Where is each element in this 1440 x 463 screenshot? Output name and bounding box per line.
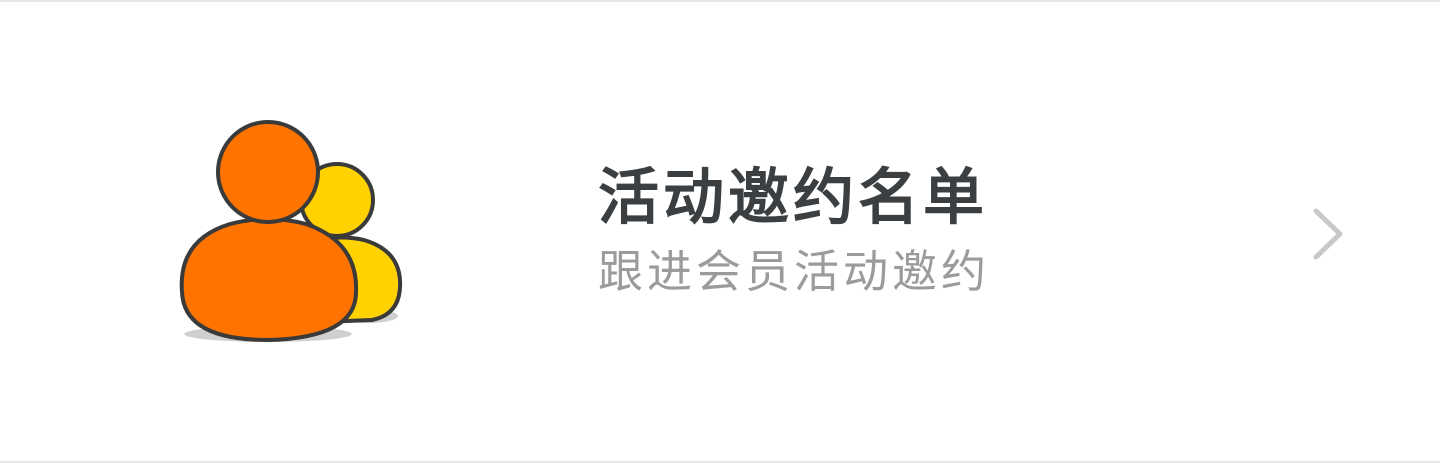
activity-invite-list-item[interactable]: 活动邀约名单 跟进会员活动邀约 [0,0,1440,463]
menu-item-subtitle: 跟进会员活动邀约 [598,245,991,298]
menu-item-text: 活动邀约名单 跟进会员活动邀约 [598,160,990,302]
menu-item-title: 活动邀约名单 [598,162,989,233]
chevron-right-icon [1313,208,1343,260]
users-icon [179,120,403,342]
